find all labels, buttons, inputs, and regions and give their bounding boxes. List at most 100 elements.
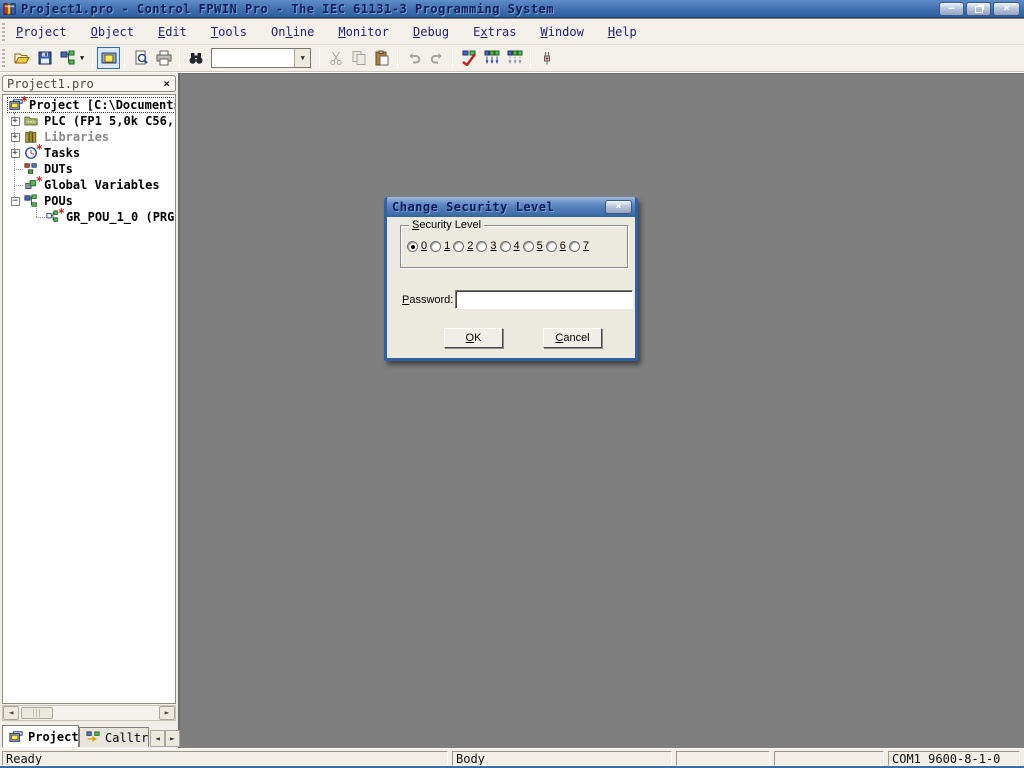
radio-level-5[interactable]: 5 bbox=[523, 240, 543, 252]
radio-level-3[interactable]: 3 bbox=[476, 240, 496, 252]
tree-item-gr-pou[interactable]: * GR_POU_1_0 (PRG) bbox=[3, 209, 175, 225]
tree-item-tasks[interactable]: + * Tasks bbox=[3, 145, 175, 161]
menu-monitor[interactable]: Monitor bbox=[332, 23, 395, 41]
download-changes-button[interactable] bbox=[503, 47, 526, 69]
groupbox-label: Security Level bbox=[409, 219, 484, 231]
modified-asterisk: * bbox=[36, 142, 43, 156]
security-level-groupbox: Security Level 0 1 2 3 4 5 6 7 bbox=[400, 225, 628, 268]
new-pou-button[interactable] bbox=[56, 47, 79, 69]
expand-icon[interactable]: + bbox=[11, 149, 20, 158]
menu-object[interactable]: Object bbox=[85, 23, 140, 41]
close-button[interactable]: × bbox=[993, 2, 1020, 16]
scroll-right-icon[interactable]: ► bbox=[159, 706, 175, 720]
menu-extras[interactable]: Extras bbox=[467, 23, 522, 41]
paste-button[interactable] bbox=[370, 47, 393, 69]
dialog-body: Security Level 0 1 2 3 4 5 6 7 Password:… bbox=[387, 217, 635, 358]
toolbar-separator bbox=[452, 48, 453, 68]
dialog-titlebar[interactable]: Change Security Level × bbox=[387, 197, 635, 217]
restore-button[interactable] bbox=[966, 2, 991, 16]
minimize-button[interactable]: — bbox=[939, 2, 964, 16]
change-security-level-dialog: Change Security Level × Security Level 0… bbox=[384, 197, 638, 361]
radio-level-2[interactable]: 2 bbox=[453, 240, 473, 252]
online-mode-button[interactable] bbox=[535, 47, 558, 69]
menu-debug[interactable]: Debug bbox=[407, 23, 455, 41]
status-com-port: COM1 9600-8-1-0 bbox=[888, 751, 1020, 766]
open-button[interactable] bbox=[10, 47, 33, 69]
menubar-grip[interactable] bbox=[2, 23, 5, 41]
compile-check-button[interactable] bbox=[457, 47, 480, 69]
print-preview-button[interactable] bbox=[129, 47, 152, 69]
dialog-title: Change Security Level bbox=[390, 200, 554, 214]
download-program-button[interactable] bbox=[480, 47, 503, 69]
open-folder-icon bbox=[14, 50, 30, 66]
tree-item-duts[interactable]: DUTs bbox=[3, 161, 175, 177]
expand-icon[interactable]: + bbox=[11, 133, 20, 142]
cancel-button[interactable]: Cancel bbox=[543, 328, 602, 348]
tree-item-global-variables[interactable]: * Global Variables bbox=[3, 177, 175, 193]
radio-level-6[interactable]: 6 bbox=[546, 240, 566, 252]
radio-level-1[interactable]: 1 bbox=[430, 240, 450, 252]
panel-horizontal-scrollbar[interactable]: ◄ ► bbox=[2, 705, 176, 721]
status-empty-2 bbox=[774, 751, 884, 766]
dialog-close-button[interactable]: × bbox=[605, 200, 632, 214]
toolbar-separator bbox=[319, 48, 320, 68]
copy-button[interactable] bbox=[347, 47, 370, 69]
security-level-radios: 0 1 2 3 4 5 6 7 bbox=[407, 240, 625, 252]
tree-item-project[interactable]: * Project [C:\Documents bbox=[3, 97, 175, 113]
cut-button[interactable] bbox=[324, 47, 347, 69]
pous-icon bbox=[23, 194, 41, 208]
ok-button[interactable]: OK bbox=[444, 328, 503, 348]
status-message: Ready bbox=[2, 751, 448, 766]
menu-project[interactable]: Project bbox=[10, 23, 73, 41]
menu-edit[interactable]: Edit bbox=[152, 23, 193, 41]
window-controls: — × bbox=[939, 2, 1024, 16]
project-navigator-button[interactable] bbox=[97, 47, 120, 69]
scroll-left-icon[interactable]: ◄ bbox=[3, 706, 19, 720]
compile-check-icon bbox=[461, 50, 477, 66]
undo-button[interactable] bbox=[402, 47, 425, 69]
menu-tools[interactable]: Tools bbox=[205, 23, 253, 41]
toolbar: ▼ ▼ bbox=[0, 45, 1024, 72]
tab-scroll-right-icon[interactable]: ► bbox=[165, 730, 180, 747]
radio-icon bbox=[546, 241, 557, 252]
tasks-icon: * bbox=[23, 146, 41, 160]
radio-icon bbox=[407, 241, 418, 252]
scrollbar-thumb[interactable] bbox=[21, 707, 53, 719]
modified-asterisk: * bbox=[58, 206, 65, 220]
undo-icon bbox=[406, 50, 422, 66]
radio-level-0[interactable]: 0 bbox=[407, 240, 427, 252]
find-combobox[interactable]: ▼ bbox=[211, 48, 311, 68]
panel-tab-bar: Project Calltre ◄ ► bbox=[0, 725, 180, 747]
radio-level-4[interactable]: 4 bbox=[500, 240, 520, 252]
find-combobox-value[interactable] bbox=[212, 49, 294, 67]
collapse-icon[interactable]: − bbox=[11, 197, 20, 206]
redo-button[interactable] bbox=[425, 47, 448, 69]
save-button[interactable] bbox=[33, 47, 56, 69]
tab-project[interactable]: Project bbox=[2, 725, 79, 747]
print-button[interactable] bbox=[152, 47, 175, 69]
tab-scroll-left-icon[interactable]: ◄ bbox=[150, 730, 165, 747]
tree-item-pous[interactable]: − POUs bbox=[3, 193, 175, 209]
combobox-dropdown-icon[interactable]: ▼ bbox=[294, 49, 310, 67]
menu-online[interactable]: Online bbox=[265, 23, 320, 41]
global-variables-icon: * bbox=[23, 178, 41, 192]
tab-calltree[interactable]: Calltre bbox=[79, 727, 149, 747]
modified-asterisk: * bbox=[21, 94, 28, 108]
toolbar-separator bbox=[92, 48, 93, 68]
toolbar-grip[interactable] bbox=[2, 49, 5, 67]
expand-icon[interactable]: + bbox=[11, 117, 20, 126]
window-title: Project1.pro - Control FPWIN Pro - The I… bbox=[21, 2, 554, 16]
new-pou-dropdown[interactable]: ▼ bbox=[79, 54, 88, 62]
copy-icon bbox=[351, 50, 367, 66]
menu-window[interactable]: Window bbox=[535, 23, 590, 41]
tree-item-plc[interactable]: + PLC (FP1 5,0k C56, bbox=[3, 113, 175, 129]
password-input[interactable] bbox=[455, 290, 633, 309]
radio-icon bbox=[500, 241, 511, 252]
panel-title: Project1.pro bbox=[7, 77, 94, 91]
tree-item-libraries[interactable]: + Libraries bbox=[3, 129, 175, 145]
menu-help[interactable]: Help bbox=[602, 23, 643, 41]
find-button[interactable] bbox=[184, 47, 207, 69]
plug-icon bbox=[539, 50, 555, 66]
radio-level-7[interactable]: 7 bbox=[569, 240, 589, 252]
panel-close-icon[interactable]: × bbox=[163, 77, 175, 90]
